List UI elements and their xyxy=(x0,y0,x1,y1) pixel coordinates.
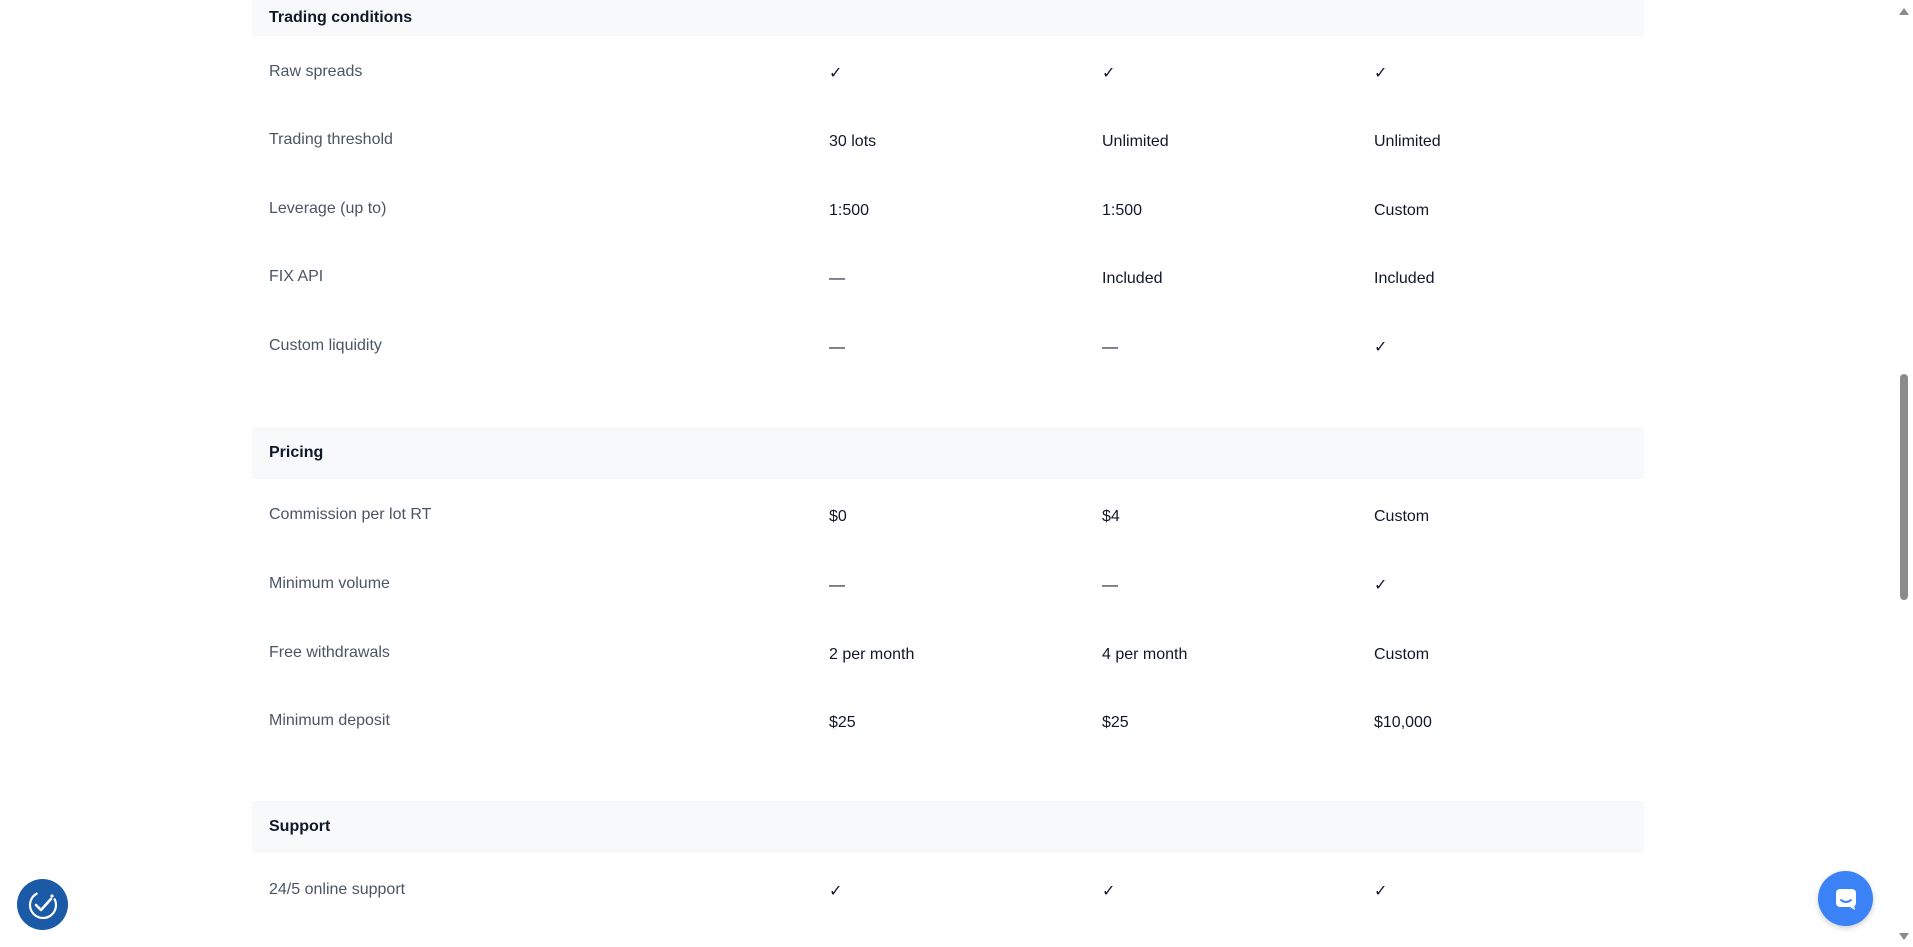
check-icon: ✓ xyxy=(1374,883,1388,900)
row-label: Commission per lot RT xyxy=(269,506,432,523)
dash-icon: — xyxy=(1102,339,1118,356)
table-row-raw-spreads: Raw spreads ✓ ✓ ✓ xyxy=(252,62,1644,102)
cell-value: Included xyxy=(1102,270,1163,287)
table-row-online-support: 24/5 online support ✓ ✓ ✓ xyxy=(252,880,1644,920)
cell-value: $0 xyxy=(829,508,847,525)
row-label: Free withdrawals xyxy=(269,644,390,661)
check-icon: ✓ xyxy=(1374,339,1388,356)
chat-icon xyxy=(1835,888,1856,910)
cell-value: $10,000 xyxy=(1374,714,1432,731)
table-row-leverage: Leverage (up to) 1:500 1:500 Custom xyxy=(252,199,1644,239)
cell-value: Custom xyxy=(1374,202,1430,219)
section-header-trading-conditions: Trading conditions xyxy=(252,0,1644,36)
dash-icon: — xyxy=(1102,577,1118,594)
row-label: Minimum volume xyxy=(269,575,390,592)
check-icon: ✓ xyxy=(829,65,843,82)
cell-value: Unlimited xyxy=(1374,133,1441,150)
cell-value: 1:500 xyxy=(829,202,870,219)
check-icon: ✓ xyxy=(1374,65,1388,82)
scrollbar-thumb[interactable] xyxy=(1900,374,1908,600)
cell-value: 4 per month xyxy=(1102,646,1188,663)
row-label: Custom liquidity xyxy=(269,337,382,354)
row-label: Trading threshold xyxy=(269,131,393,148)
cell-value: $25 xyxy=(1102,714,1129,731)
cookie-consent-icon xyxy=(28,890,57,919)
dash-icon: — xyxy=(829,339,845,356)
table-row-trading-threshold: Trading threshold 30 lots Unlimited Unli… xyxy=(252,130,1644,170)
cell-value: 1:500 xyxy=(1102,202,1143,219)
section-header-support: Support xyxy=(252,801,1644,853)
cell-value: 30 lots xyxy=(829,133,877,150)
cell-value: $4 xyxy=(1102,508,1120,525)
section-title: Support xyxy=(269,818,331,835)
scroll-up-arrow-icon[interactable] xyxy=(1899,8,1909,15)
chat-button[interactable] xyxy=(1818,871,1873,926)
cell-value: Custom xyxy=(1374,646,1430,663)
cookie-consent-button[interactable] xyxy=(17,879,68,930)
section-header-pricing: Pricing xyxy=(252,427,1644,479)
row-label: Raw spreads xyxy=(269,63,363,80)
cell-value: $25 xyxy=(829,714,856,731)
row-label: FIX API xyxy=(269,268,324,285)
table-row-custom-liquidity: Custom liquidity — — ✓ xyxy=(252,336,1644,376)
vertical-scrollbar[interactable] xyxy=(1895,0,1913,947)
section-title: Trading conditions xyxy=(269,9,413,26)
cell-value: 2 per month xyxy=(829,646,915,663)
table-row-minimum-volume: Minimum volume — — ✓ xyxy=(252,574,1644,614)
cell-value: Included xyxy=(1374,270,1435,287)
row-label: Leverage (up to) xyxy=(269,200,387,217)
table-row-free-withdrawals: Free withdrawals 2 per month 4 per month… xyxy=(252,643,1644,683)
table-row-commission: Commission per lot RT $0 $4 Custom xyxy=(252,505,1644,545)
row-label: 24/5 online support xyxy=(269,881,406,898)
check-icon: ✓ xyxy=(829,883,843,900)
table-row-minimum-deposit: Minimum deposit $25 $25 $10,000 xyxy=(252,711,1644,751)
cell-value: Unlimited xyxy=(1102,133,1169,150)
section-title: Pricing xyxy=(269,444,324,461)
check-icon: ✓ xyxy=(1102,65,1116,82)
scroll-down-arrow-icon[interactable] xyxy=(1899,933,1909,940)
check-icon: ✓ xyxy=(1102,883,1116,900)
row-label: Minimum deposit xyxy=(269,712,390,729)
page: Trading conditions Raw spreads ✓ ✓ ✓ Tra… xyxy=(0,0,1913,947)
dash-icon: — xyxy=(829,577,845,594)
table-row-fix-api: FIX API — Included Included xyxy=(252,267,1644,307)
cell-value: Custom xyxy=(1374,508,1430,525)
check-icon: ✓ xyxy=(1374,577,1388,594)
dash-icon: — xyxy=(829,270,845,287)
